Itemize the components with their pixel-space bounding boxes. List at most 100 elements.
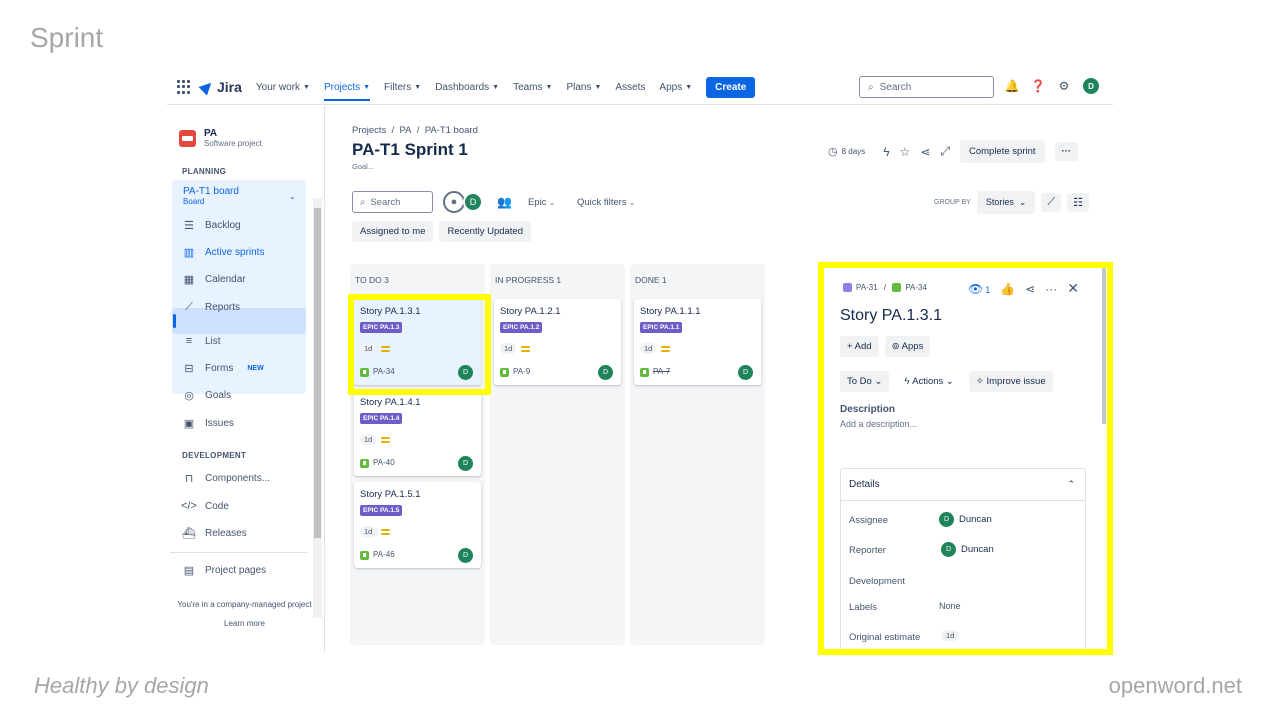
sidebar-item-goals[interactable]: ◎ Goals	[183, 389, 231, 402]
insights-chart-icon[interactable]: ⟋	[1041, 193, 1062, 212]
sidebar-item-code[interactable]: </> Code	[181, 500, 229, 512]
project-header[interactable]: PA Software project	[179, 128, 262, 148]
assignee-avatar[interactable]: D	[458, 456, 473, 471]
app-switcher-icon[interactable]	[177, 80, 191, 94]
star-icon[interactable]: ☆	[900, 145, 911, 159]
nav-your-work[interactable]: Your work ▼	[256, 82, 310, 93]
chevron-down-icon[interactable]: ⌄	[289, 192, 296, 201]
sidebar-item-forms[interactable]: ⊟ Forms NEW	[183, 362, 263, 375]
chevron-down-icon: ▼	[545, 83, 553, 91]
story-icon	[500, 368, 509, 377]
issue-card[interactable]: Story PA.1.2.1 EPIC PA.1.2 1d PA-9 D	[494, 299, 621, 385]
board-columns-icon: ▥	[183, 246, 195, 259]
chevron-down-icon: ▼	[685, 83, 693, 91]
add-people-icon[interactable]: 👥	[497, 195, 512, 209]
issue-card[interactable]: Story PA.1.4.1 EPIC PA.1.4 1d PA-40 D	[354, 390, 481, 476]
priority-medium-icon	[381, 529, 390, 537]
epic-badge[interactable]: EPIC PA.1.1	[640, 322, 683, 333]
slide-title: Sprint	[30, 22, 104, 53]
view-settings-icon[interactable]: ☷	[1067, 193, 1089, 212]
planning-label: PLANNING	[182, 167, 227, 176]
sidebar-scrollbar[interactable]	[313, 198, 322, 618]
user-avatar[interactable]: D	[1083, 78, 1099, 94]
sidebar-item-issues[interactable]: ▣ Issues	[183, 417, 234, 430]
breadcrumb-projects[interactable]: Projects	[352, 125, 386, 136]
sidebar-item-active-sprints[interactable]: ▥ Active sprints	[183, 246, 265, 259]
story-icon	[360, 459, 369, 468]
sidebar-item-list[interactable]: ≡ List	[183, 335, 221, 347]
breadcrumb: Projects / PA / PA-T1 board	[352, 125, 478, 136]
code-icon: </>	[181, 500, 197, 512]
sidebar-item-releases[interactable]: ⛴ Releases	[182, 527, 247, 540]
board-search-input[interactable]: ⌕ Search	[352, 191, 433, 213]
project-name: PA	[204, 128, 218, 139]
project-avatar-icon	[179, 129, 196, 147]
jira-logo[interactable]: Jira	[198, 78, 242, 96]
breadcrumb-board[interactable]: PA-T1 board	[425, 125, 478, 136]
card-title: Story PA.1.4.1	[360, 397, 421, 408]
issues-icon: ▣	[183, 417, 195, 430]
nav-filters[interactable]: Filters ▼	[384, 82, 421, 93]
assigned-to-me-filter[interactable]: Assigned to me	[352, 221, 434, 242]
jira-logo-icon	[198, 78, 216, 96]
assignee-avatar-filter[interactable]: D	[463, 192, 483, 212]
issue-key[interactable]: PA-7	[653, 367, 670, 376]
card-title: Story PA.1.5.1	[360, 489, 421, 500]
expand-icon[interactable]: ⤢	[940, 144, 950, 159]
issue-key[interactable]: PA-9	[513, 367, 530, 376]
issue-card[interactable]: Story PA.1.5.1 EPIC PA.1.5 1d PA-46 D	[354, 482, 481, 568]
issue-key[interactable]: PA-40	[373, 458, 395, 467]
create-button[interactable]: Create	[706, 76, 756, 98]
nav-apps[interactable]: Apps ▼	[659, 82, 692, 93]
epic-filter-dropdown[interactable]: Epic ⌄	[528, 197, 555, 208]
calendar-icon: ▦	[183, 273, 195, 286]
assignee-avatar[interactable]: D	[458, 548, 473, 563]
nav-teams[interactable]: Teams ▼	[513, 82, 552, 93]
assignee-avatar[interactable]: D	[598, 365, 613, 380]
more-actions-button[interactable]: ···	[1054, 142, 1079, 161]
issue-key[interactable]: PA-46	[373, 550, 395, 559]
assignee-avatar[interactable]: D	[738, 365, 753, 380]
sidebar-item-components[interactable]: ⊓ Components...	[183, 472, 270, 485]
epic-badge[interactable]: EPIC PA.1.5	[360, 505, 403, 516]
breadcrumb-project[interactable]: PA	[400, 125, 412, 136]
clock-icon: ◷	[828, 146, 838, 158]
goal-target-icon: ◎	[184, 389, 194, 402]
sidebar-item-reports[interactable]: ⟋ Reports	[183, 301, 240, 313]
active-item-indicator	[173, 314, 176, 328]
global-search-input[interactable]: ⌕ Search	[859, 76, 994, 98]
nav-dashboards[interactable]: Dashboards ▼	[435, 82, 499, 93]
estimate-badge: 1d	[360, 526, 377, 537]
share-icon[interactable]: ⋖	[920, 145, 930, 159]
nav-assets[interactable]: Assets	[615, 82, 645, 93]
sidebar-item-backlog[interactable]: ☰ Backlog	[183, 219, 241, 232]
chart-line-icon: ⟋	[185, 300, 193, 313]
slide-footer-right: openword.net	[1108, 673, 1242, 698]
board-selector[interactable]: PA-T1 board Board	[183, 186, 239, 206]
sidebar-item-project-pages[interactable]: ▤ Project pages	[183, 564, 266, 577]
nav-plans[interactable]: Plans ▼	[566, 82, 601, 93]
panel-highlight-box	[818, 262, 1113, 655]
epic-badge[interactable]: EPIC PA.1.4	[360, 413, 403, 424]
sprint-goal[interactable]: Goal...	[352, 162, 374, 171]
learn-more-link[interactable]: Learn more	[167, 619, 322, 628]
nav-projects[interactable]: Projects ▼	[323, 82, 371, 101]
search-icon: ⌕	[868, 81, 874, 93]
settings-gear-icon[interactable]: ⚙	[1057, 79, 1071, 93]
card-highlight-box	[348, 294, 491, 395]
complete-sprint-button[interactable]: Complete sprint	[959, 140, 1045, 163]
quick-filters-dropdown[interactable]: Quick filters ⌄	[577, 197, 635, 208]
sidebar-item-calendar[interactable]: ▦ Calendar	[183, 273, 246, 286]
top-navigation: Jira Your work ▼ Projects ▼ Filters ▼ Dashb…	[167, 70, 1113, 105]
column-title: IN PROGRESS 1	[495, 275, 562, 285]
lightning-icon[interactable]: ϟ	[883, 145, 889, 159]
issue-card[interactable]: Story PA.1.1.1 EPIC PA.1.1 1d PA-7 D	[634, 299, 761, 385]
chevron-down-icon: ▼	[414, 83, 422, 91]
epic-badge[interactable]: EPIC PA.1.2	[500, 322, 543, 333]
forms-icon: ⊟	[184, 362, 194, 375]
help-icon[interactable]: ❓	[1031, 79, 1046, 93]
notifications-icon[interactable]: 🔔	[1005, 79, 1020, 93]
recently-updated-filter[interactable]: Recently Updated	[439, 221, 532, 242]
unassigned-avatar-icon[interactable]: ●	[443, 191, 465, 213]
group-by-dropdown[interactable]: Stories ⌄	[976, 191, 1036, 214]
